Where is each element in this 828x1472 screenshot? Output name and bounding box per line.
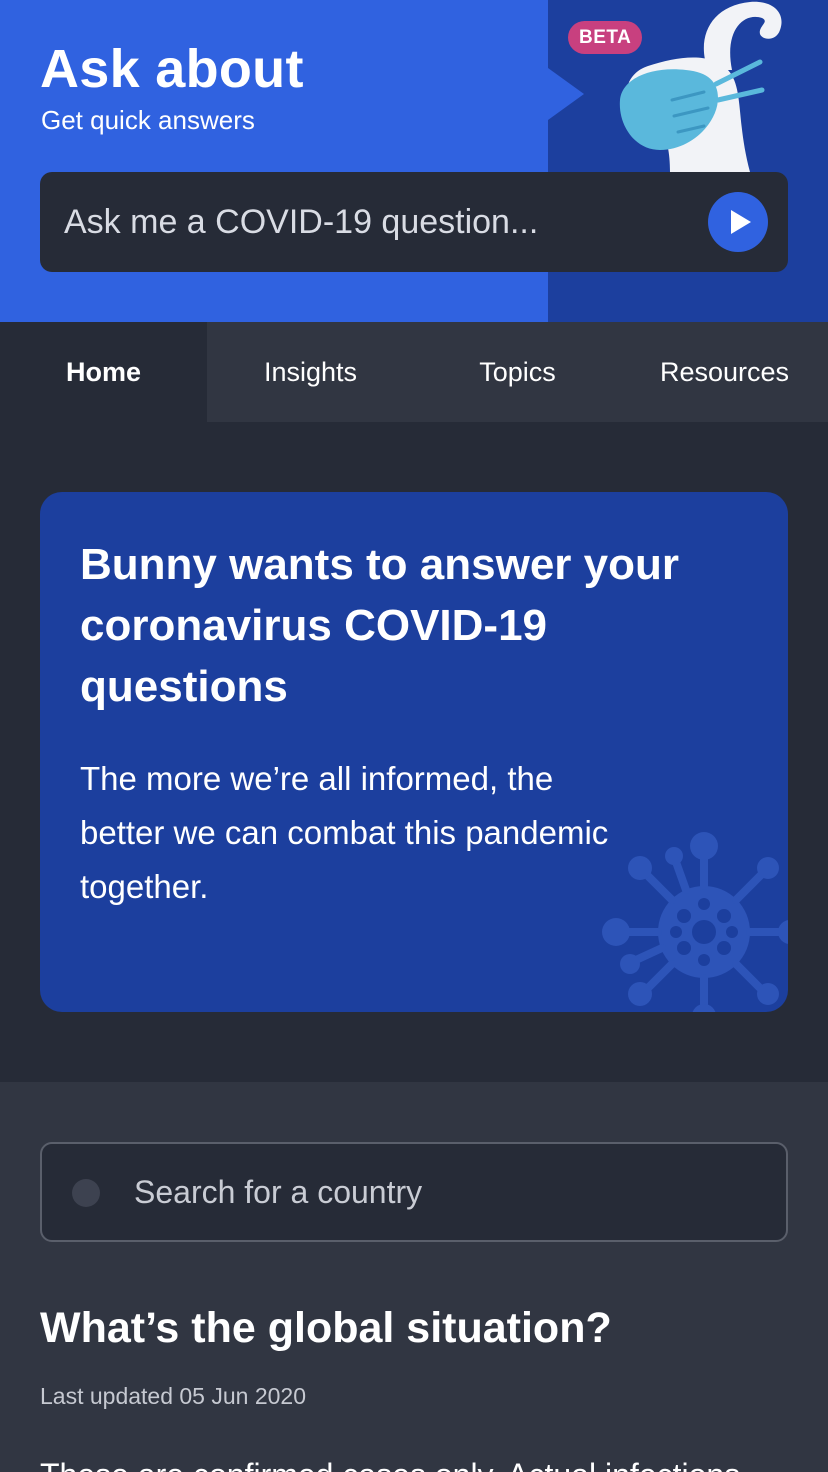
tab-home[interactable]: Home — [0, 322, 207, 422]
global-situation-section: What’s the global situation? Last update… — [0, 1082, 828, 1472]
last-updated-text: Last updated 05 Jun 2020 — [40, 1383, 307, 1409]
app-subtitle: Get quick answers — [41, 105, 255, 135]
ask-send-button[interactable] — [708, 192, 768, 252]
confirmed-cases-note: These are confirmed cases only. Actual i… — [40, 1457, 828, 1472]
main-tabs: Home Insights Topics Resources — [0, 322, 828, 422]
intro-card: Bunny wants to answer your coronavirus C… — [40, 492, 788, 1012]
app-title: Ask about — [40, 39, 304, 99]
header-notch — [548, 68, 584, 120]
intro-title: Bunny wants to answer your coronavirus C… — [80, 540, 679, 711]
tab-insights[interactable]: Insights — [207, 322, 414, 422]
tab-topics[interactable]: Topics — [414, 322, 621, 422]
tab-resources[interactable]: Resources — [621, 322, 828, 422]
play-icon — [731, 210, 751, 234]
app-header: Ask about Get quick answers BETA — [0, 0, 828, 322]
global-situation-title: What’s the global situation? — [40, 1304, 612, 1352]
bunny-with-mask-icon — [619, 1, 782, 172]
intro-body: The more we’re all informed, the better … — [80, 760, 609, 905]
country-search-box — [40, 1142, 788, 1242]
ask-question-bar — [40, 172, 788, 272]
ask-question-input[interactable] — [64, 172, 684, 272]
country-search-input[interactable] — [134, 1144, 754, 1240]
search-icon — [72, 1179, 100, 1207]
virus-icon — [602, 832, 788, 1012]
